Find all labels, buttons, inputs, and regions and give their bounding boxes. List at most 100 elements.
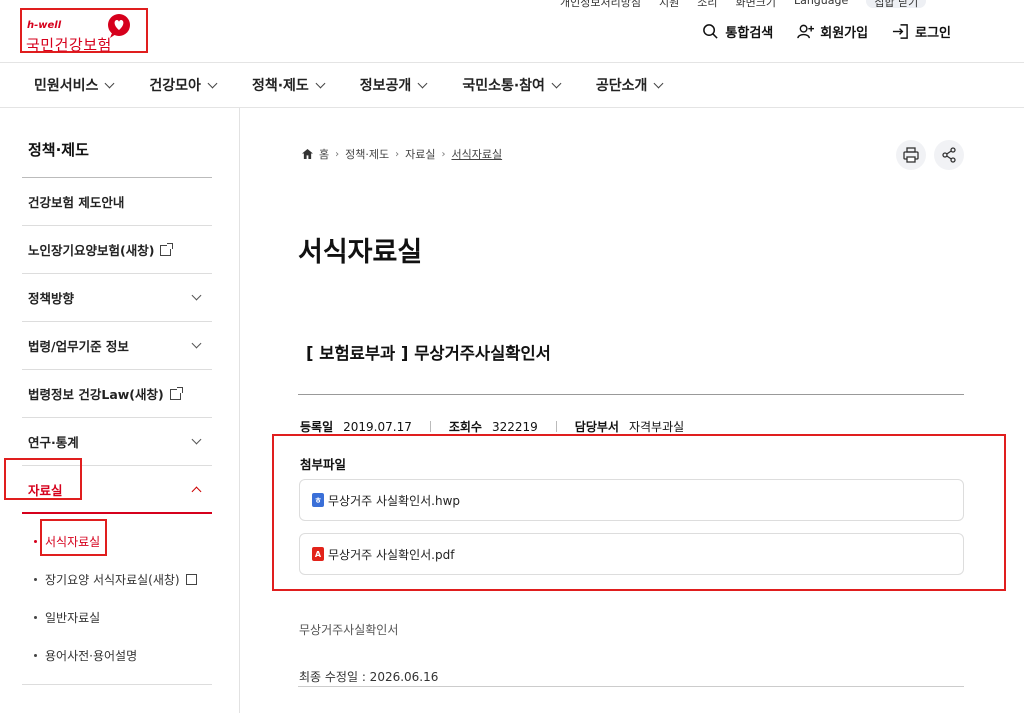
share-icon — [942, 147, 956, 163]
views-value: 322219 — [491, 419, 538, 434]
file-name: 무상거주 사실확인서.hwp — [328, 493, 461, 508]
sidebar-item-label: 건강보험 제도안내 — [28, 195, 125, 210]
gnb-item-health[interactable]: 건강모아 — [149, 75, 218, 95]
print-button[interactable] — [896, 140, 926, 170]
attachment-label: 첨부파일 — [300, 457, 347, 472]
hwp-file-icon: ㅎ — [312, 493, 324, 507]
sidebar-item-health-law[interactable]: 법령정보 건강Law(새창) — [22, 370, 212, 418]
divider — [239, 108, 240, 713]
gnb-label: 민원서비스 — [34, 78, 99, 94]
bullet-icon — [34, 615, 37, 619]
logo[interactable]: h-well 국민건강보험 — [20, 8, 148, 54]
breadcrumb-home[interactable]: 홈 — [319, 146, 329, 162]
bullet-icon — [34, 539, 37, 543]
external-link-icon — [160, 243, 174, 256]
last-modified: 최종 수정일 : 2026.06.16 — [299, 670, 439, 684]
meta-divider — [555, 421, 557, 432]
sidebar: 정책·제도 건강보험 제도안내 노인장기요양보험(새창) 정책방향 법령/업무기… — [22, 108, 212, 685]
breadcrumb-archive[interactable]: 자료실 — [405, 146, 435, 162]
sidebar-submenu: 서식자료실 장기요양 서식자료실(새창) 일반자료실 용어사전·용어설명 — [22, 514, 212, 685]
chevron-up-icon — [191, 486, 202, 496]
submenu-item-forms[interactable]: 서식자료실 — [22, 522, 212, 560]
submenu-item-longterm-forms[interactable]: 장기요양 서식자료실(새창) — [22, 560, 212, 598]
gnb-item-about[interactable]: 공단소개 — [595, 75, 664, 95]
sidebar-item-label: 노인장기요양보험(새창) — [28, 243, 155, 258]
share-button[interactable] — [934, 140, 964, 170]
chevron-down-icon — [654, 78, 664, 88]
submenu-label: 장기요양 서식자료실(새창) — [45, 572, 180, 587]
search-label: 통합검색 — [725, 26, 774, 41]
printer-icon — [903, 147, 919, 163]
chevron-down-icon — [191, 290, 202, 301]
chevron-down-icon — [104, 78, 115, 88]
divider — [298, 686, 964, 687]
join-label: 회원가입 — [820, 26, 869, 41]
utility-link-sound[interactable]: 소리 — [697, 0, 717, 9]
gnb-label: 공단소개 — [595, 78, 648, 94]
login-label: 로그인 — [915, 26, 951, 41]
logo-name: 국민건강보험 — [26, 36, 112, 54]
document-meta: 등록일 2019.07.17 조회수 322219 담당부서 자격부과실 — [300, 418, 684, 435]
gnb-item-policy[interactable]: 정책·제도 — [251, 75, 326, 95]
file-link-pdf[interactable]: A 무상거주 사실확인서.pdf — [299, 533, 964, 575]
breadcrumb-current[interactable]: 서식자료실 — [451, 146, 502, 162]
document-description: 무상거주사실확인서 — [299, 623, 399, 637]
meta-divider — [429, 421, 431, 432]
bullet-icon — [34, 653, 37, 657]
page-title: 서식자료실 — [298, 237, 423, 268]
gnb-item-disclosure[interactable]: 정보공개 — [360, 75, 428, 95]
utility-link-zoom[interactable]: 화면크기 — [735, 0, 775, 9]
page-tools — [896, 140, 964, 170]
breadcrumb: 홈 › 정책·제도 › 자료실 › 서식자료실 — [302, 146, 502, 162]
chevron-right-icon: › — [395, 148, 400, 160]
breadcrumb-policy[interactable]: 정책·제도 — [345, 146, 389, 162]
search-button[interactable]: 통합검색 — [702, 22, 773, 41]
bullet-icon — [34, 577, 37, 581]
utility-link-language[interactable]: Language — [794, 0, 848, 8]
login-icon — [893, 24, 908, 39]
sidebar-item-law-standards[interactable]: 법령/업무기준 정보 — [22, 322, 212, 370]
pdf-file-icon: A — [312, 547, 324, 561]
top-nav: 통합검색 회원가입 로그인 — [702, 22, 951, 41]
sidebar-item-insurance-guide[interactable]: 건강보험 제도안내 — [22, 178, 212, 226]
file-link-hwp[interactable]: ㅎ 무상거주 사실확인서.hwp — [299, 479, 964, 521]
submenu-label: 일반자료실 — [45, 610, 101, 625]
sidebar-item-archive[interactable]: 자료실 — [22, 466, 212, 514]
sidebar-item-research-stats[interactable]: 연구·통계 — [22, 418, 212, 466]
sidebar-item-label: 자료실 — [28, 482, 63, 498]
sidebar-item-label: 법령/업무기준 정보 — [28, 339, 129, 354]
gnb-label: 정책·제도 — [251, 78, 309, 94]
join-button[interactable]: 회원가입 — [797, 22, 868, 41]
file-name: 무상거주 사실확인서.pdf — [328, 547, 455, 562]
gnb-item-civil-service[interactable]: 민원서비스 — [34, 75, 115, 95]
document-title: [ 보험료부과 ] 무상거주사실확인서 — [306, 344, 551, 363]
utility-bar: 개인정보처리방침 지원 소리 화면크기 Language 집합 닫기 — [560, 0, 1004, 9]
reg-date-label: 등록일 — [300, 420, 334, 434]
utility-link-support[interactable]: 지원 — [659, 0, 679, 9]
chevron-down-icon — [191, 338, 202, 349]
gnb-label: 국민소통·참여 — [462, 78, 545, 94]
logo-tagline: h-well — [27, 20, 62, 31]
submenu-item-glossary[interactable]: 용어사전·용어설명 — [22, 636, 212, 674]
sidebar-item-label: 정책방향 — [28, 291, 75, 306]
home-icon — [302, 149, 313, 159]
add-user-icon — [797, 24, 815, 39]
gnb-item-communication[interactable]: 국민소통·참여 — [462, 75, 562, 95]
login-button[interactable]: 로그인 — [892, 22, 951, 41]
utility-link-close[interactable]: 집합 닫기 — [866, 0, 927, 9]
submenu-item-general[interactable]: 일반자료실 — [22, 598, 212, 636]
sidebar-item-longterm-care[interactable]: 노인장기요양보험(새창) — [22, 226, 212, 274]
chevron-right-icon: › — [335, 148, 340, 160]
reg-date-value: 2019.07.17 — [343, 419, 412, 434]
external-link-icon — [185, 573, 197, 585]
chevron-down-icon — [551, 78, 562, 88]
sidebar-title: 정책·제도 — [22, 108, 212, 178]
sidebar-item-policy-direction[interactable]: 정책방향 — [22, 274, 212, 322]
sidebar-item-label: 법령정보 건강Law(새창) — [28, 387, 164, 402]
views-label: 조회수 — [448, 420, 482, 434]
utility-link-privacy[interactable]: 개인정보처리방침 — [560, 0, 641, 9]
submenu-label: 서식자료실 — [45, 534, 101, 549]
heart-logo-icon — [108, 14, 130, 38]
chevron-right-icon: › — [441, 148, 446, 160]
chevron-down-icon — [207, 78, 218, 88]
